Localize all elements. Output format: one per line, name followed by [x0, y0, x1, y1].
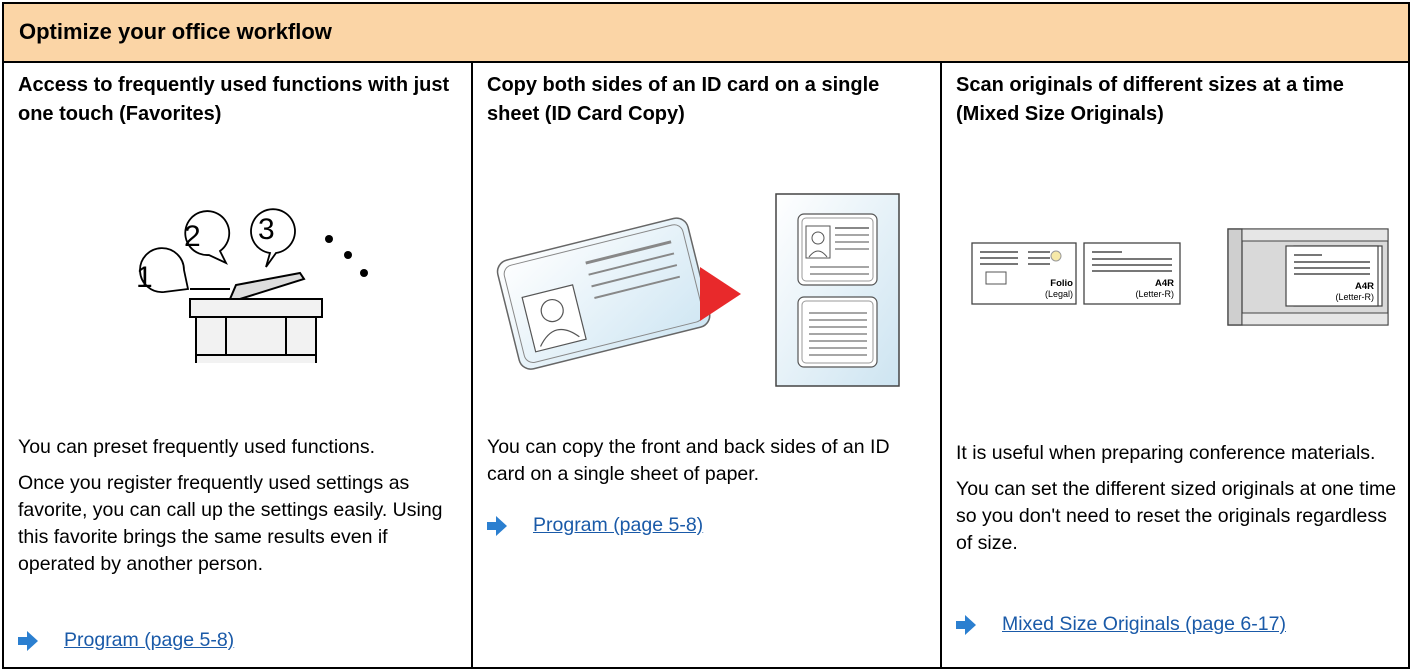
play-arrow-icon: [700, 267, 741, 321]
printer-icon: [189, 271, 323, 363]
column-favorites: Access to frequently used functions with…: [4, 63, 473, 667]
column-id-card-copy: Copy both sides of an ID card on a singl…: [473, 63, 942, 667]
number-bubble-3-icon: 3: [250, 208, 296, 268]
program-link[interactable]: Program (page 5-8): [533, 514, 703, 537]
svg-text:A4R: A4R: [1355, 281, 1374, 292]
mixed-size-link-row: Mixed Size Originals (page 6-17): [956, 613, 1286, 636]
panel-title: Optimize your office workflow: [19, 19, 332, 44]
column-mixed-size-originals: Scan originals of different sizes at a t…: [942, 63, 1408, 667]
number-bubble-1-icon: 1: [136, 247, 190, 294]
description: It is useful when preparing conference m…: [956, 440, 1398, 557]
number-bubble-2-icon: 2: [184, 210, 231, 265]
mixed-size-illustration: Folio (Legal) A4R (Letter-R) A4R (Letter…: [971, 228, 1389, 326]
program-link-row: Program (page 5-8): [487, 514, 703, 537]
id-card-illustration: [496, 193, 900, 387]
svg-text:1: 1: [136, 261, 153, 294]
paragraph: You can preset frequently used functions…: [18, 436, 376, 458]
svg-text:(Letter-R): (Letter-R): [1135, 289, 1174, 299]
paragraph: It is useful when preparing conference m…: [956, 442, 1376, 464]
svg-text:3: 3: [258, 213, 275, 246]
right-arrow-icon: [487, 515, 507, 536]
paragraph: You can set the different sized original…: [956, 478, 1397, 554]
description: You can preset frequently used functions…: [18, 434, 461, 578]
right-arrow-icon: [956, 614, 976, 635]
program-link[interactable]: Program (page 5-8): [64, 629, 234, 652]
right-arrow-icon: [18, 630, 38, 651]
document-feeder-icon: A4R (Letter-R): [1227, 228, 1389, 326]
id-card-icon: [496, 217, 711, 370]
original-sheet-a4r-icon: A4R (Letter-R): [1083, 242, 1181, 305]
svg-text:A4R: A4R: [1155, 278, 1174, 289]
panel-header: Optimize your office workflow: [4, 4, 1408, 63]
paragraph: Once you register frequently used settin…: [18, 472, 443, 575]
svg-text:2: 2: [184, 220, 201, 253]
original-sheet-folio-icon: Folio (Legal): [971, 242, 1077, 305]
paragraph: You can copy the front and back sides of…: [487, 436, 890, 485]
description: You can copy the front and back sides of…: [487, 434, 930, 488]
program-link-row: Program (page 5-8): [18, 629, 234, 652]
output-sheet-icon: [775, 193, 900, 387]
svg-text:(Legal): (Legal): [1045, 289, 1073, 299]
favorites-illustration: 1 2 3: [136, 208, 368, 363]
svg-text:Folio: Folio: [1050, 278, 1073, 289]
ellipsis-dots-icon: [325, 235, 368, 277]
mixed-size-originals-link[interactable]: Mixed Size Originals (page 6-17): [1002, 613, 1286, 636]
workflow-panel: Optimize your office workflow Access to …: [2, 2, 1410, 669]
svg-text:(Letter-R): (Letter-R): [1335, 292, 1374, 302]
